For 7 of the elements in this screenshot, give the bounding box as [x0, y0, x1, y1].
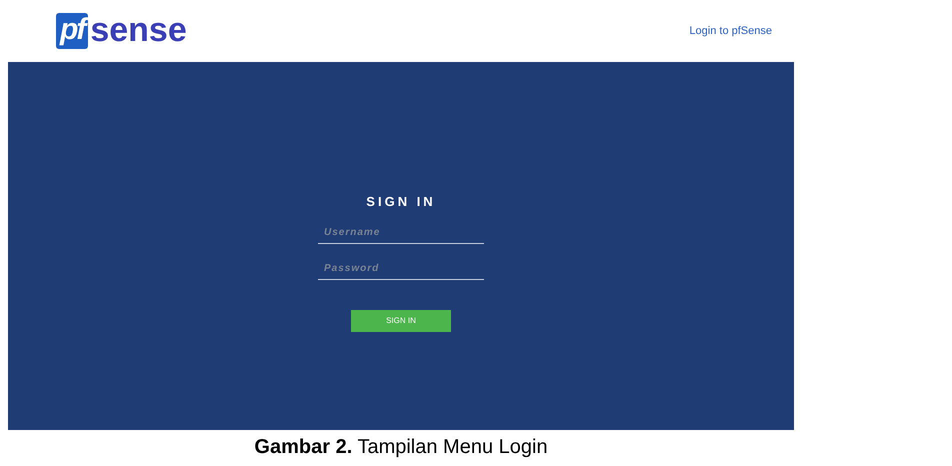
input-field[interactable]: Username: [318, 222, 484, 244]
input-field[interactable]: Password: [318, 258, 484, 280]
logo-text: sense: [90, 13, 187, 49]
sign-in-heading: SIGN IN: [366, 193, 436, 211]
logo-mark: pf: [56, 13, 88, 49]
login-link[interactable]: Login to pfSense: [689, 22, 772, 40]
figure-caption: Gambar 2. Tampilan Menu Login: [254, 435, 548, 460]
